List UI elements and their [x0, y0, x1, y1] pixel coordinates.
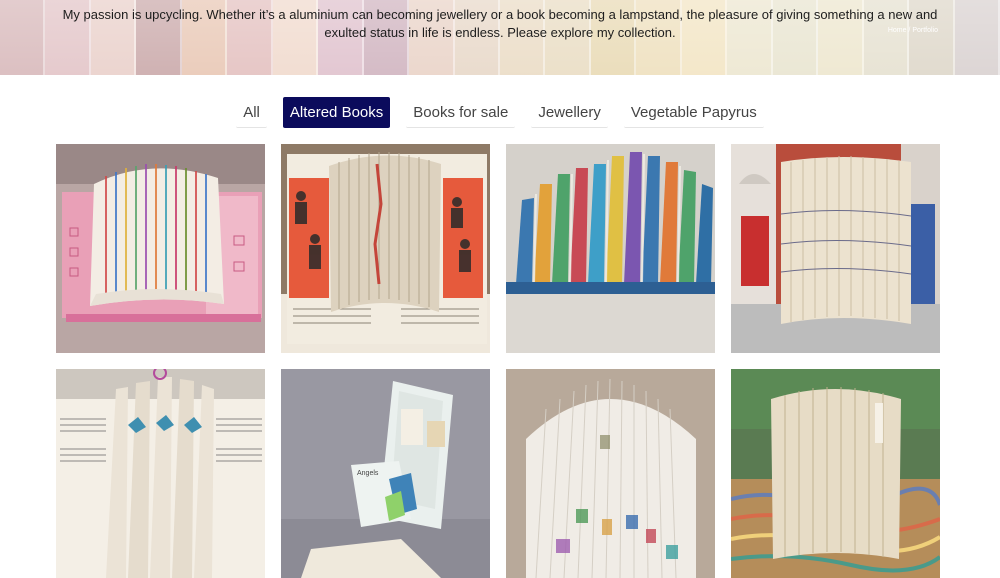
- gallery-item-colorful-folds-book[interactable]: [506, 369, 715, 578]
- gallery-item-pop-up-card[interactable]: Angels: [281, 369, 490, 578]
- intro-text: My passion is upcycling. Whether it’s a …: [62, 7, 938, 40]
- filter-jewellery[interactable]: Jewellery: [531, 97, 608, 128]
- filter-vegetable-papyrus[interactable]: Vegetable Papyrus: [623, 97, 764, 128]
- gallery-item-red-door-cylinder[interactable]: [731, 144, 940, 353]
- gallery-item-marbled-fan-book[interactable]: [506, 144, 715, 353]
- portfolio-gallery: Angels: [56, 144, 940, 578]
- breadcrumb[interactable]: Home / Portfolio: [888, 27, 938, 34]
- filter-books-for-sale[interactable]: Books for sale: [406, 97, 516, 128]
- gallery-item-pink-rainbow-book[interactable]: [56, 144, 265, 353]
- altered-book-image: [506, 369, 715, 578]
- altered-book-image: [731, 144, 940, 353]
- altered-book-image: [731, 369, 940, 578]
- filter-altered-books[interactable]: Altered Books: [282, 97, 391, 128]
- altered-book-image: [506, 144, 715, 353]
- gallery-item-sheet-music-book[interactable]: [56, 369, 265, 578]
- portfolio-filter-bar: All Altered Books Books for sale Jewelle…: [0, 97, 1000, 128]
- gallery-item-red-illustrated-book[interactable]: [281, 144, 490, 353]
- altered-book-image: Angels: [281, 369, 490, 578]
- gallery-item-marbled-base-book[interactable]: [731, 369, 940, 578]
- altered-book-image: [281, 144, 490, 353]
- svg-text:Angels: Angels: [357, 470, 379, 477]
- altered-book-image: [56, 144, 265, 353]
- hero-banner: My passion is upcycling. Whether it’s a …: [0, 0, 1000, 75]
- altered-book-image: [56, 369, 265, 578]
- filter-all[interactable]: All: [236, 97, 267, 128]
